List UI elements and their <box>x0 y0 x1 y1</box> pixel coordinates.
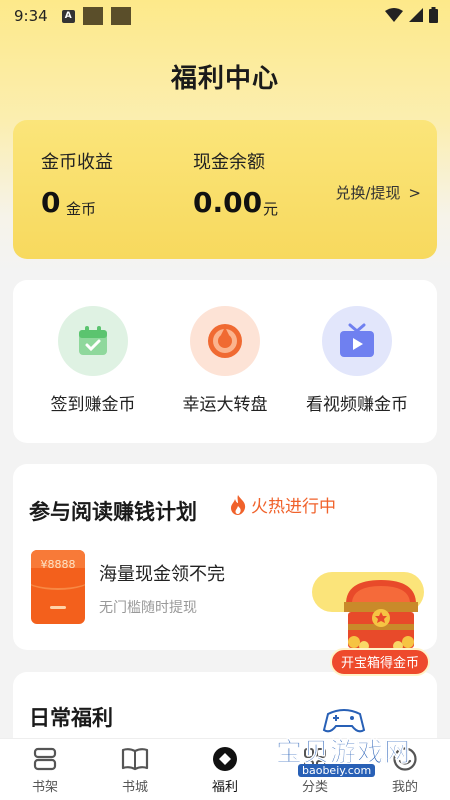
tv-play-icon <box>322 306 392 376</box>
tab-welfare[interactable]: 福利 <box>190 745 260 795</box>
cell-signal-icon <box>409 8 423 22</box>
exchange-withdraw-link[interactable]: 兑换/提现 > <box>335 182 421 203</box>
status-bar: 9:34 A <box>0 0 450 32</box>
notification-app-icon: A <box>61 9 75 23</box>
coin-unit: 金币 <box>66 200 97 218</box>
coin-earnings-label: 金币收益 <box>41 152 113 173</box>
reading-plan-main-text: 海量现金领不完 <box>99 564 225 585</box>
cash-balance-label: 现金余额 <box>193 152 265 173</box>
cash-balance-value: 0.00 <box>193 186 263 219</box>
tasks-card: 签到赚金币 幸运大转盘 看视频赚金币 <box>13 280 437 443</box>
task-watch-video[interactable]: 看视频赚金币 <box>287 306 427 415</box>
red-envelope-icon: ¥8888 <box>31 550 85 624</box>
coin-earnings-value: 0 <box>41 186 61 219</box>
treasure-chest-widget[interactable]: 开宝箱得金币 <box>312 568 430 680</box>
task-watch-video-label: 看视频赚金币 <box>306 395 408 415</box>
watermark: 宝贝游戏网 baobeiy.com <box>268 708 428 778</box>
cash-unit: 元 <box>263 200 279 218</box>
watermark-url: baobeiy.com <box>298 764 376 777</box>
hot-badge: 火热进行中 <box>229 492 336 517</box>
battery-icon <box>429 7 438 23</box>
book-open-icon <box>121 748 149 771</box>
tab-welfare-label: 福利 <box>211 780 238 795</box>
page-title: 福利中心 <box>170 64 279 94</box>
reading-plan-sub-text: 无门槛随时提现 <box>99 600 197 616</box>
tab-profile-label: 我的 <box>391 780 418 795</box>
tab-category-label: 分类 <box>301 780 328 795</box>
status-time: 9:34 <box>14 7 48 25</box>
exchange-withdraw-label: 兑换/提现 <box>335 184 401 202</box>
chevron-right-icon: > <box>408 183 421 202</box>
tab-bookstore-label: 书城 <box>121 780 148 795</box>
notification-square-icon <box>110 7 131 25</box>
hot-label: 火热进行中 <box>251 497 336 517</box>
notification-square-icon <box>82 7 103 25</box>
reading-plan-title: 参与阅读赚钱计划 <box>29 500 197 524</box>
bookshelf-icon <box>33 747 57 771</box>
task-lucky-wheel[interactable]: 幸运大转盘 <box>155 306 295 415</box>
open-chest-button[interactable]: 开宝箱得金币 <box>330 648 430 676</box>
calendar-check-icon <box>58 306 128 376</box>
welfare-icon <box>213 747 237 771</box>
treasure-chest-icon <box>344 580 418 651</box>
task-sign-in[interactable]: 签到赚金币 <box>23 306 163 415</box>
earnings-card: 金币收益 0 金币 现金余额 0.00 元 兑换/提现 > <box>13 120 437 259</box>
task-lucky-wheel-label: 幸运大转盘 <box>182 395 268 415</box>
tab-bookshelf[interactable]: 书架 <box>10 745 80 795</box>
task-sign-in-label: 签到赚金币 <box>50 395 136 415</box>
lucky-wheel-icon <box>190 306 260 376</box>
tab-bookstore[interactable]: 书城 <box>100 745 170 795</box>
gamepad-logo-icon <box>322 709 366 733</box>
tab-bookshelf-label: 书架 <box>31 780 58 795</box>
wifi-icon <box>385 8 403 22</box>
flame-icon <box>231 494 246 515</box>
daily-welfare-title: 日常福利 <box>29 706 113 730</box>
